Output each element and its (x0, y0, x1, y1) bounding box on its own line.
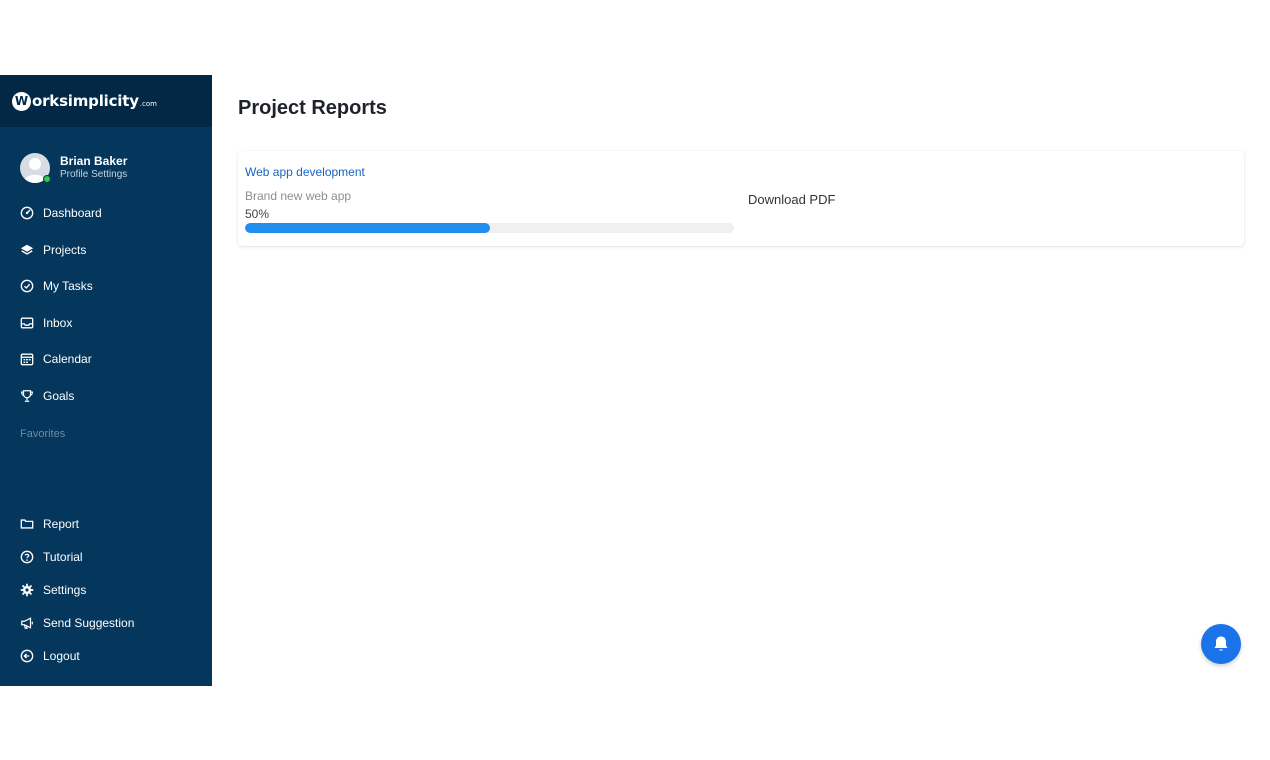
logout-icon (20, 649, 34, 663)
nav-item-send-suggestion[interactable]: Send Suggestion (0, 606, 212, 639)
nav-item-goals[interactable]: Goals (0, 378, 212, 415)
nav-label: Inbox (43, 315, 73, 330)
check-circle-icon (20, 279, 34, 293)
nav-label: Projects (43, 242, 87, 257)
profile-settings-label: Profile Settings (60, 169, 128, 180)
nav-label: Settings (43, 582, 87, 597)
report-title-link[interactable]: Web app development (245, 165, 365, 179)
favorites-heading: Favorites (20, 428, 66, 440)
gauge-icon (20, 206, 34, 220)
question-circle-icon (20, 550, 34, 564)
nav-label: My Tasks (43, 279, 93, 294)
bottom-nav: Report Tutorial Settings Send Suggestion… (0, 507, 212, 672)
brand-name: orksimplicity (32, 92, 139, 110)
trophy-icon (20, 389, 34, 403)
nav-item-projects[interactable]: Projects (0, 232, 212, 269)
nav-item-settings[interactable]: Settings (0, 573, 212, 606)
download-pdf-link[interactable]: Download PDF (748, 192, 835, 207)
report-progress-bar (245, 223, 734, 233)
report-icon (20, 517, 34, 531)
main-nav: Dashboard Projects My Tasks Inbox Calend… (0, 195, 212, 414)
brand-mark: W (12, 91, 31, 111)
brand-logo[interactable]: W orksimplicity .com (12, 91, 157, 111)
nav-item-report[interactable]: Report (0, 507, 212, 540)
nav-label: Logout (43, 648, 80, 663)
online-status-dot (43, 175, 51, 183)
avatar (20, 153, 51, 183)
report-progress-fill (245, 223, 490, 233)
nav-label: Calendar (43, 352, 92, 367)
inbox-icon (20, 316, 34, 330)
megaphone-icon (20, 616, 34, 630)
profile-name: Brian Baker (60, 154, 128, 168)
profile-link[interactable]: Brian Baker Profile Settings (0, 127, 212, 193)
nav-label: Tutorial (43, 549, 83, 564)
nav-item-tutorial[interactable]: Tutorial (0, 540, 212, 573)
nav-item-logout[interactable]: Logout (0, 639, 212, 672)
nav-label: Report (43, 516, 80, 531)
brand-suffix: .com (139, 99, 157, 108)
report-card: Web app development Brand new web app 50… (238, 151, 1244, 246)
nav-item-calendar[interactable]: Calendar (0, 341, 212, 378)
nav-label: Send Suggestion (43, 615, 135, 630)
gear-icon (20, 583, 34, 597)
bell-icon (1211, 634, 1231, 654)
brand-bar: W orksimplicity .com (0, 75, 212, 127)
nav-item-dashboard[interactable]: Dashboard (0, 195, 212, 232)
nav-item-inbox[interactable]: Inbox (0, 305, 212, 342)
layers-icon (20, 243, 34, 257)
nav-label: Dashboard (43, 206, 102, 221)
page-title: Project Reports (238, 97, 387, 119)
calendar-icon (20, 352, 34, 366)
nav-label: Goals (43, 388, 75, 403)
nav-item-my-tasks[interactable]: My Tasks (0, 268, 212, 305)
report-progress-percent: 50% (245, 207, 270, 221)
report-description: Brand new web app (245, 189, 352, 203)
notifications-button[interactable] (1201, 624, 1241, 664)
